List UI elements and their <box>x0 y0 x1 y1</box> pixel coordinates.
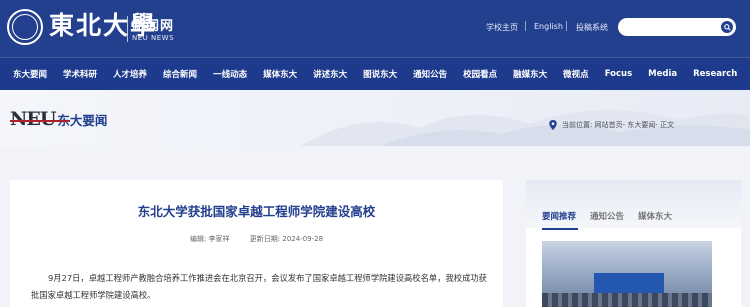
featured-news-image[interactable] <box>542 241 712 307</box>
english-link[interactable]: English <box>534 22 563 31</box>
location-pin-icon <box>549 120 557 130</box>
tab-featured-news[interactable]: 要闻推荐 <box>542 210 576 222</box>
tab-media-neu[interactable]: 媒体东大 <box>638 210 672 222</box>
nav-item-convergence[interactable]: 融媒东大 <box>513 68 547 80</box>
audience <box>542 293 712 307</box>
logo-divider <box>127 16 128 42</box>
link-divider <box>566 21 567 31</box>
active-tab-indicator <box>542 228 578 230</box>
page-title: NEU 东大要闻 <box>10 108 107 130</box>
neu-wordmark: NEU <box>10 108 56 130</box>
search-button[interactable] <box>721 21 733 33</box>
article-meta: 编辑: 李家祥 更新日期: 2024-09-28 <box>10 234 503 244</box>
nav-item-focus[interactable]: Focus <box>605 69 632 79</box>
link-divider <box>525 21 526 31</box>
nav-item-research-en[interactable]: Research <box>693 69 737 79</box>
main-nav: 东大要闻 学术科研 人才培养 综合新闻 一线动态 媒体东大 讲述东大 图说东大 … <box>0 57 750 90</box>
site-header: 東北大學 新闻网 NEU NEWS 学校主页 English 投稿系统 <box>0 0 750 57</box>
nav-item-general-news[interactable]: 综合新闻 <box>163 68 197 80</box>
nav-item-notices[interactable]: 通知公告 <box>413 68 447 80</box>
nav-item-photos[interactable]: 图说东大 <box>363 68 397 80</box>
breadcrumb-text[interactable]: 当前位置: 网站首页- 东大要闻- 正文 <box>562 120 674 130</box>
sidebar-tabs: 要闻推荐 通知公告 媒体东大 <box>542 210 686 222</box>
nav-item-campus[interactable]: 校园看点 <box>463 68 497 80</box>
nav-item-research[interactable]: 学术科研 <box>63 68 97 80</box>
search-box <box>618 18 736 40</box>
article-editor: 编辑: 李家祥 <box>189 235 230 243</box>
nav-item-talent[interactable]: 人才培养 <box>113 68 147 80</box>
nav-item-frontline[interactable]: 一线动态 <box>213 68 247 80</box>
tab-notices[interactable]: 通知公告 <box>590 210 624 222</box>
article-updated-date: 更新日期: 2024-09-28 <box>249 235 324 243</box>
breadcrumb: 当前位置: 网站首页- 东大要闻- 正文 <box>548 120 674 130</box>
search-input[interactable] <box>626 21 722 40</box>
school-home-link[interactable]: 学校主页 <box>486 22 518 33</box>
nav-item-media-neu[interactable]: 媒体东大 <box>263 68 297 80</box>
nav-item-micro-view[interactable]: 微视点 <box>563 68 589 80</box>
submission-system-link[interactable]: 投稿系统 <box>576 22 608 33</box>
sidebar-card: 要闻推荐 通知公告 媒体东大 <box>526 180 741 307</box>
article-body: 9月27日，卓越工程师产教融合培养工作推进会在北京召开，会议发布了国家卓越工程师… <box>31 273 487 300</box>
university-seal-logo[interactable] <box>7 9 43 45</box>
section-banner: NEU 东大要闻 当前位置: 网站首页- 东大要闻- 正文 <box>0 90 750 146</box>
site-name-en: NEU NEWS <box>132 34 175 42</box>
article-title: 东北大学获批国家卓越工程师学院建设高校 <box>137 204 376 219</box>
ink-landscape-decoration <box>300 109 750 146</box>
search-icon <box>723 23 731 31</box>
wordmark-underline <box>10 120 70 122</box>
nav-item-neu-news[interactable]: 东大要闻 <box>13 68 47 80</box>
article-card: 东北大学获批国家卓越工程师学院建设高校 编辑: 李家祥 更新日期: 2024-0… <box>10 180 503 307</box>
nav-item-media[interactable]: Media <box>648 69 677 79</box>
conference-screen <box>594 273 664 295</box>
site-name: 新闻网 <box>132 19 175 34</box>
nav-item-stories[interactable]: 讲述东大 <box>313 68 347 80</box>
